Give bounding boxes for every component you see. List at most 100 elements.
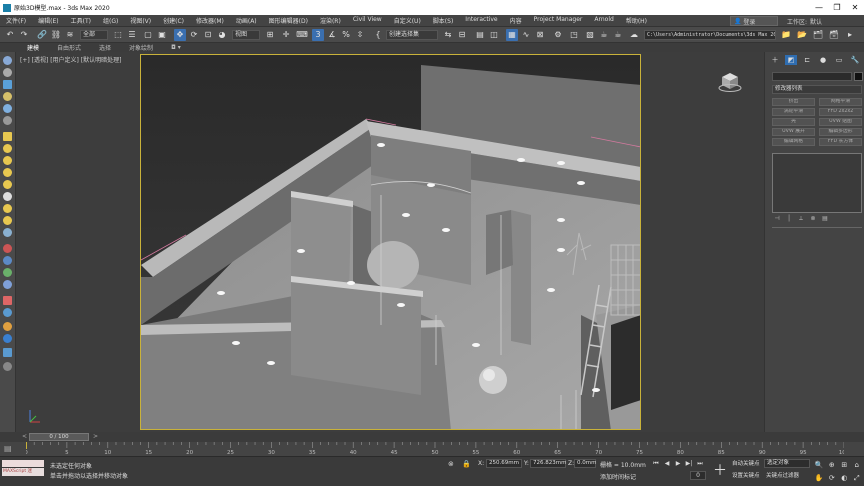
tab-selection[interactable]: 选择 (99, 43, 111, 52)
menu-animation[interactable]: 动画(A) (230, 16, 263, 25)
menu-graph-editors[interactable]: 图形编辑器(D) (263, 16, 314, 25)
menu-modifiers[interactable]: 修改器(M) (190, 16, 230, 25)
project-open-icon[interactable]: 📂 (796, 29, 808, 41)
make-unique-icon[interactable]: ⟂ (797, 215, 805, 223)
time-slider-thumb[interactable]: 0 / 100 (29, 433, 89, 441)
modifier-button[interactable]: UVW 贴图 (819, 118, 862, 126)
patch-icon[interactable] (3, 308, 12, 317)
modifier-button[interactable]: FFD 2x2x2 (819, 108, 862, 116)
render-setup-icon[interactable]: ◳ (568, 29, 580, 41)
menu-civil-view[interactable]: Civil View (347, 16, 388, 25)
cylinder-icon[interactable] (3, 180, 12, 189)
rect-selection-icon[interactable]: ▢ (142, 29, 154, 41)
zoom-extents-icon[interactable]: ⊞ (839, 460, 850, 471)
project-folder-icon[interactable]: 📁 (780, 29, 792, 41)
remove-modifier-icon[interactable]: ⊗ (809, 215, 817, 223)
tab-modeling[interactable]: 建模 (27, 43, 39, 52)
modifier-list-dropdown[interactable]: 修改器列表 (772, 85, 862, 94)
torus-icon[interactable] (3, 204, 12, 213)
zoom-icon[interactable]: 🔍 (814, 460, 825, 471)
select-rotate-icon[interactable]: ⟳ (188, 29, 200, 41)
project-new-icon[interactable]: 🗃 (828, 29, 840, 41)
redo-icon[interactable]: ↷ (18, 29, 30, 41)
modifier-button[interactable]: 挤出 (772, 98, 815, 106)
modifier-button[interactable]: 涡轮平滑 (772, 108, 815, 116)
select-scale-icon[interactable]: ⊡ (202, 29, 214, 41)
display-tab-icon[interactable]: ▭ (833, 55, 845, 65)
modifier-button[interactable]: 编辑多边形 (819, 128, 862, 136)
field-of-view-icon[interactable]: ◐ (839, 473, 850, 484)
display-icon[interactable] (3, 348, 12, 357)
menu-interactive[interactable]: Interactive (459, 16, 503, 25)
menu-project-manager[interactable]: Project Manager (528, 16, 589, 25)
minimize-button[interactable]: — (810, 0, 828, 15)
render-production-icon[interactable]: ☕ (598, 29, 610, 41)
key-target-dropdown[interactable]: 选定对象 (764, 459, 810, 468)
object-name-field[interactable] (772, 72, 852, 81)
foliage-icon[interactable] (3, 268, 12, 277)
cloth-icon[interactable] (3, 296, 12, 305)
pan-icon[interactable]: ✋ (814, 473, 825, 484)
viewcube-icon[interactable] (718, 70, 742, 94)
align-icon[interactable]: ⊟ (456, 29, 468, 41)
select-move-icon[interactable]: ✥ (174, 29, 186, 41)
configure-sets-icon[interactable]: ▤ (821, 215, 829, 223)
helpers-icon[interactable] (3, 104, 12, 113)
undo-icon[interactable]: ↶ (4, 29, 16, 41)
menu-customize[interactable]: 自定义(U) (388, 16, 427, 25)
track-bar[interactable]: ▤ 05101520253035404550556065707580859095… (0, 442, 864, 456)
menu-edit[interactable]: 编辑(E) (32, 16, 64, 25)
layer-explorer-icon[interactable]: ◫ (488, 29, 500, 41)
time-prev-button[interactable]: < (22, 433, 27, 440)
pyramid-icon[interactable] (3, 216, 12, 225)
modifier-button[interactable]: 壳 (772, 118, 815, 126)
show-end-result-icon[interactable]: │ (785, 215, 793, 223)
sign-in-dropdown[interactable]: 👤 登录 (730, 16, 778, 26)
snaps-toggle-icon[interactable]: 3 (312, 29, 324, 41)
utilities-tab-icon[interactable]: 🔧 (849, 55, 861, 65)
cone-icon[interactable] (3, 144, 12, 153)
menu-create[interactable]: 创建(C) (157, 16, 190, 25)
add-time-tag[interactable]: 添加时间标记 (600, 472, 636, 481)
menu-file[interactable]: 文件(F) (0, 16, 32, 25)
modify-tab-icon[interactable]: ◩ (785, 55, 797, 65)
play-icon[interactable]: ▶ (674, 460, 682, 468)
selection-filter-dropdown[interactable]: 全部 (80, 30, 108, 40)
edit-named-sets-icon[interactable]: { (372, 29, 384, 41)
modifier-button[interactable]: 网格平滑 (819, 98, 862, 106)
pin-stack-icon[interactable]: ⊣ (773, 215, 781, 223)
menu-rendering[interactable]: 渲染(R) (314, 16, 347, 25)
motion-tab-icon[interactable]: ● (817, 55, 829, 65)
tube-icon[interactable] (3, 192, 12, 201)
modifier-button[interactable]: 编辑网格 (772, 138, 815, 146)
reference-coord-dropdown[interactable]: 视图 (232, 30, 260, 40)
viewport-perspective[interactable]: [+] [透视] [用户定义] [默认明暗处理] (16, 52, 764, 432)
go-to-end-icon[interactable]: ⏭ (696, 460, 704, 468)
next-frame-icon[interactable]: ▶| (685, 460, 693, 468)
schematic-view-icon[interactable]: ⊠ (534, 29, 546, 41)
workspace-dropdown[interactable]: 默认 (810, 17, 822, 26)
particle-icon[interactable] (3, 244, 12, 253)
select-object-icon[interactable]: ⬚ (112, 29, 124, 41)
link-icon[interactable]: 🔗 (36, 29, 48, 41)
manipulate-icon[interactable]: ✛ (280, 29, 292, 41)
scene-render[interactable] (140, 54, 641, 430)
scene-explorer-icon[interactable]: ▤ (474, 29, 486, 41)
geosphere-icon[interactable] (3, 168, 12, 177)
doors-icon[interactable] (3, 280, 12, 289)
orbit-icon[interactable]: ⟳ (827, 473, 838, 484)
maxscript-listener-mini[interactable] (2, 460, 44, 467)
select-by-name-icon[interactable]: ☰ (126, 29, 138, 41)
shapes-icon[interactable] (3, 68, 12, 77)
close-button[interactable]: ✕ (846, 0, 864, 15)
compound-icon[interactable] (3, 256, 12, 265)
window-crossing-icon[interactable]: ▣ (156, 29, 168, 41)
render-iterative-icon[interactable]: ☕ (612, 29, 624, 41)
y-coordinate-field[interactable]: 726.823mm (530, 459, 566, 468)
spacewarps-icon[interactable] (3, 116, 12, 125)
menu-help[interactable]: 帮助(H) (620, 16, 653, 25)
mini-curve-editor-icon[interactable]: ▤ (4, 444, 12, 453)
create-tab-icon[interactable]: ＋ (769, 55, 781, 65)
spinner-snap-icon[interactable]: ⇳ (354, 29, 366, 41)
tab-freeform[interactable]: 自由形式 (57, 43, 81, 52)
